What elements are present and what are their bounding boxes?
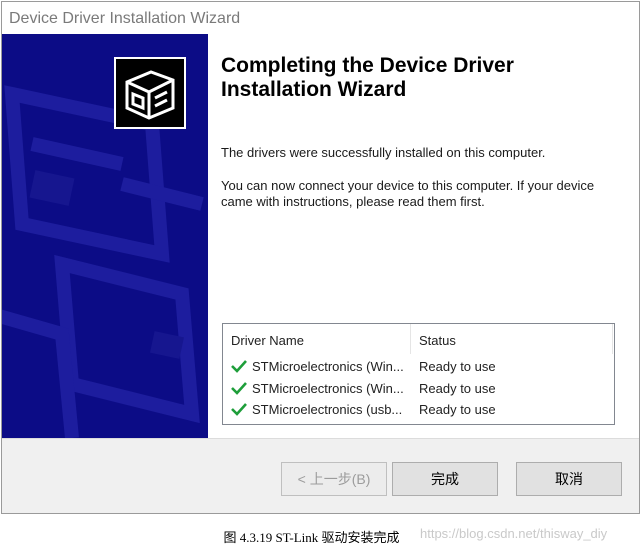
wizard-window: Device Driver Installation Wizard Comple… bbox=[1, 1, 640, 514]
wizard-content: Completing the Device Driver Installatio… bbox=[2, 34, 639, 438]
page-title: Completing the Device Driver Installatio… bbox=[221, 54, 514, 101]
back-button[interactable]: < 上一步(B) bbox=[281, 462, 387, 496]
hardware-install-icon bbox=[125, 70, 175, 120]
driver-row[interactable]: STMicroelectronics (Win... Ready to use bbox=[223, 378, 614, 399]
column-divider[interactable] bbox=[612, 324, 613, 354]
driver-name: STMicroelectronics (Win... bbox=[252, 359, 404, 374]
driver-status: Ready to use bbox=[419, 402, 496, 417]
title-bar: Device Driver Installation Wizard bbox=[2, 2, 639, 34]
driver-row[interactable]: STMicroelectronics (Win... Ready to use bbox=[223, 356, 614, 377]
watermark-text: https://blog.csdn.net/thisway_diy bbox=[420, 526, 608, 541]
wizard-logo bbox=[114, 57, 186, 129]
figure-caption-text: 图 4.3.19 ST-Link 驱动安装完成 bbox=[223, 530, 400, 545]
instructions-message: You can now connect your device to this … bbox=[221, 178, 595, 209]
driver-name: STMicroelectronics (Win... bbox=[252, 381, 404, 396]
success-message: The drivers were successfully installed … bbox=[221, 145, 546, 160]
column-divider[interactable] bbox=[410, 324, 411, 354]
driver-list[interactable]: Driver Name Status STMicroelectronics (W… bbox=[222, 323, 615, 425]
driver-name: STMicroelectronics (usb... bbox=[252, 402, 403, 417]
finish-button[interactable]: 完成 bbox=[392, 462, 498, 496]
column-header-status[interactable]: Status bbox=[419, 333, 456, 348]
cancel-button[interactable]: 取消 bbox=[516, 462, 622, 496]
driver-list-header: Driver Name Status bbox=[223, 324, 614, 354]
window-title: Device Driver Installation Wizard bbox=[9, 10, 241, 27]
check-icon bbox=[231, 382, 247, 395]
wizard-banner bbox=[2, 34, 208, 438]
driver-status: Ready to use bbox=[419, 359, 496, 374]
driver-status: Ready to use bbox=[419, 381, 496, 396]
column-header-driver-name[interactable]: Driver Name bbox=[231, 333, 304, 348]
check-icon bbox=[231, 403, 247, 416]
button-bar-separator bbox=[2, 438, 639, 439]
check-icon bbox=[231, 360, 247, 373]
driver-row[interactable]: STMicroelectronics (usb... Ready to use bbox=[223, 399, 614, 420]
